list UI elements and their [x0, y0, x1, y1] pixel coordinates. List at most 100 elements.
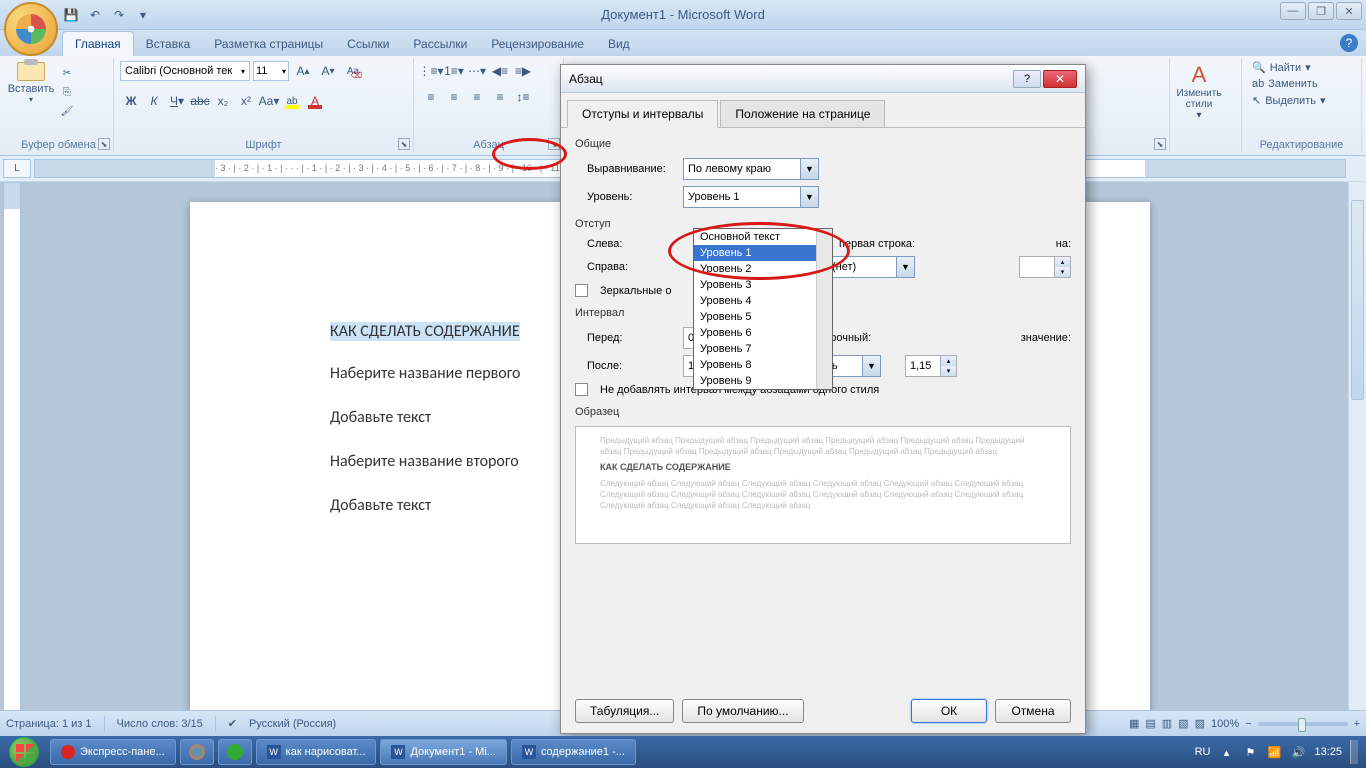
- undo-icon[interactable]: ↶: [86, 6, 104, 24]
- view-print-icon[interactable]: ▦: [1129, 717, 1139, 730]
- select-button[interactable]: ↖Выделить ▾: [1248, 93, 1330, 108]
- zoom-slider[interactable]: [1258, 722, 1348, 726]
- level-option-4[interactable]: Уровень 4: [694, 293, 832, 309]
- tray-flag-icon[interactable]: ⚑: [1242, 744, 1258, 760]
- show-desktop-button[interactable]: [1350, 740, 1358, 764]
- styles-launcher[interactable]: ⬊: [1154, 138, 1166, 150]
- zoom-in-icon[interactable]: +: [1354, 718, 1360, 730]
- format-painter-icon[interactable]: 🖌: [56, 102, 78, 120]
- dialog-tab-indents[interactable]: Отступы и интервалы: [567, 100, 718, 128]
- align-center-icon[interactable]: ≡: [443, 86, 465, 108]
- increase-indent-icon[interactable]: ≡▶: [512, 60, 534, 82]
- font-color-icon[interactable]: A: [304, 90, 326, 112]
- paste-button[interactable]: Вставить ▾: [10, 60, 52, 104]
- numbering-icon[interactable]: 1≡▾: [443, 60, 465, 82]
- level-option-2[interactable]: Уровень 2: [694, 261, 832, 277]
- clear-format-icon[interactable]: Aa⌫: [342, 60, 364, 82]
- tab-layout[interactable]: Разметка страницы: [202, 32, 335, 56]
- tab-mailings[interactable]: Рассылки: [401, 32, 479, 56]
- level-option-9[interactable]: Уровень 9: [694, 373, 832, 389]
- maximize-button[interactable]: ❐: [1308, 2, 1334, 20]
- task-utorrent[interactable]: [218, 739, 252, 765]
- subscript-icon[interactable]: x₂: [212, 90, 234, 112]
- first-line-combo[interactable]: (нет)▼: [827, 256, 915, 278]
- level-option-0[interactable]: Основной текст: [694, 229, 832, 245]
- strike-icon[interactable]: abc: [189, 90, 211, 112]
- tray-lang[interactable]: RU: [1195, 746, 1211, 758]
- dialog-tab-position[interactable]: Положение на странице: [720, 100, 885, 128]
- grow-font-icon[interactable]: A▴: [292, 60, 314, 82]
- vertical-ruler[interactable]: [3, 182, 21, 742]
- highlight-icon[interactable]: ab: [281, 90, 303, 112]
- tab-selector[interactable]: L: [3, 159, 31, 178]
- bullets-icon[interactable]: ⋮≡▾: [420, 60, 442, 82]
- tray-arrow-icon[interactable]: ▴: [1218, 744, 1234, 760]
- tab-insert[interactable]: Вставка: [134, 32, 203, 56]
- level-option-6[interactable]: Уровень 6: [694, 325, 832, 341]
- view-outline-icon[interactable]: ▧: [1178, 717, 1188, 730]
- start-button[interactable]: [0, 736, 48, 768]
- view-read-icon[interactable]: ▤: [1145, 717, 1155, 730]
- dialog-help-button[interactable]: ?: [1013, 70, 1041, 88]
- italic-icon[interactable]: К: [143, 90, 165, 112]
- justify-icon[interactable]: ≡: [489, 86, 511, 108]
- qat-customize-icon[interactable]: ▾: [134, 6, 152, 24]
- font-launcher[interactable]: ⬊: [398, 138, 410, 150]
- level-option-7[interactable]: Уровень 7: [694, 341, 832, 357]
- find-button[interactable]: 🔍Найти ▾: [1248, 60, 1315, 75]
- superscript-icon[interactable]: x²: [235, 90, 257, 112]
- level-option-8[interactable]: Уровень 8: [694, 357, 832, 373]
- level-option-5[interactable]: Уровень 5: [694, 309, 832, 325]
- tab-review[interactable]: Рецензирование: [479, 32, 596, 56]
- level-option-3[interactable]: Уровень 3: [694, 277, 832, 293]
- tray-clock[interactable]: 13:25: [1314, 746, 1342, 758]
- font-name-combo[interactable]: Calibri (Основной тек▾: [120, 61, 250, 81]
- tab-home[interactable]: Главная: [62, 31, 134, 56]
- paragraph-launcher[interactable]: ⬊: [548, 138, 560, 150]
- proofing-icon[interactable]: ✔: [228, 717, 237, 730]
- status-words[interactable]: Число слов: 3/15: [117, 718, 203, 730]
- office-button[interactable]: [4, 2, 58, 56]
- mirror-checkbox[interactable]: [575, 284, 588, 297]
- first-line-value-spinner[interactable]: ▴▾: [1019, 256, 1071, 278]
- task-opera[interactable]: Экспресс-пане...: [50, 739, 176, 765]
- copy-icon[interactable]: ⎘: [56, 83, 78, 101]
- align-left-icon[interactable]: ≡: [420, 86, 442, 108]
- zoom-out-icon[interactable]: −: [1245, 718, 1251, 730]
- dropdown-scrollbar[interactable]: [816, 229, 832, 389]
- close-button[interactable]: ✕: [1336, 2, 1362, 20]
- task-word-doc2[interactable]: WДокумент1 - Mi...: [380, 739, 506, 765]
- change-case-icon[interactable]: Aa▾: [258, 90, 280, 112]
- redo-icon[interactable]: ↷: [110, 6, 128, 24]
- replace-button[interactable]: abЗаменить: [1248, 77, 1322, 91]
- level-combo[interactable]: Уровень 1▼: [683, 186, 819, 208]
- shrink-font-icon[interactable]: A▾: [317, 60, 339, 82]
- align-right-icon[interactable]: ≡: [466, 86, 488, 108]
- tab-view[interactable]: Вид: [596, 32, 642, 56]
- bold-icon[interactable]: Ж: [120, 90, 142, 112]
- vertical-scrollbar[interactable]: [1348, 182, 1366, 742]
- zoom-level[interactable]: 100%: [1211, 718, 1239, 730]
- tab-references[interactable]: Ссылки: [335, 32, 401, 56]
- tray-volume-icon[interactable]: 🔊: [1290, 744, 1306, 760]
- view-web-icon[interactable]: ▥: [1162, 717, 1172, 730]
- change-styles-button[interactable]: A Изменить стили▾: [1176, 60, 1222, 122]
- clipboard-launcher[interactable]: ⬊: [98, 138, 110, 150]
- default-button[interactable]: По умолчанию...: [682, 699, 803, 723]
- decrease-indent-icon[interactable]: ◀≡: [489, 60, 511, 82]
- no-space-checkbox[interactable]: [575, 383, 588, 396]
- underline-icon[interactable]: Ч▾: [166, 90, 188, 112]
- line-spacing-icon[interactable]: ↕≡: [512, 86, 534, 108]
- task-word-doc1[interactable]: Wкак нарисоват...: [256, 739, 377, 765]
- ok-button[interactable]: ОК: [911, 699, 987, 723]
- status-language[interactable]: Русский (Россия): [249, 718, 336, 730]
- cancel-button[interactable]: Отмена: [995, 699, 1071, 723]
- alignment-combo[interactable]: По левому краю▼: [683, 158, 819, 180]
- level-option-1[interactable]: Уровень 1: [694, 245, 832, 261]
- help-icon[interactable]: ?: [1340, 34, 1358, 52]
- multilevel-icon[interactable]: ⋯▾: [466, 60, 488, 82]
- view-draft-icon[interactable]: ▨: [1195, 717, 1205, 730]
- tabs-button[interactable]: Табуляция...: [575, 699, 674, 723]
- level-dropdown-list[interactable]: Основной текст Уровень 1 Уровень 2 Урове…: [693, 228, 833, 390]
- task-firefox[interactable]: [180, 739, 214, 765]
